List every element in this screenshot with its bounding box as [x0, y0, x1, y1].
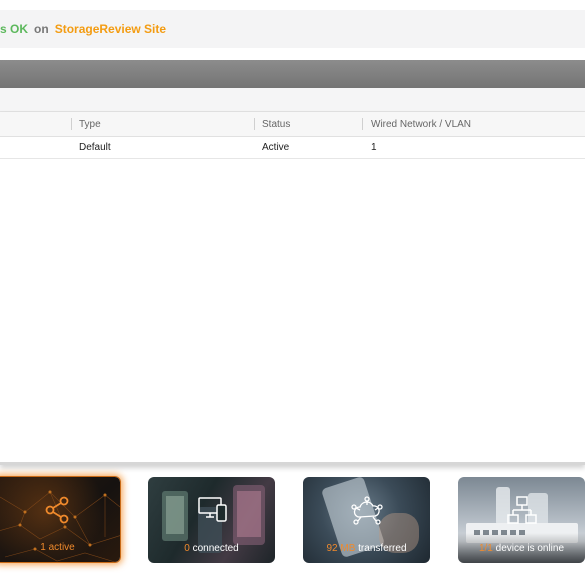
column-header-type[interactable]: Type [79, 112, 101, 136]
site-name-link[interactable]: StorageReview Site [55, 22, 166, 36]
clients-count: 0 [184, 543, 190, 554]
traffic-amount: 92 MB [326, 543, 356, 554]
toolbar-band [0, 88, 585, 112]
cloud-traffic-icon [350, 495, 384, 532]
network-share-icon [43, 495, 73, 530]
row-type: Default [79, 142, 111, 153]
networks-table: Type Status Wired Network / VLAN Default… [0, 112, 585, 465]
column-separator [71, 118, 72, 130]
traffic-card[interactable]: 92 MB transferred [303, 477, 430, 563]
section-header-bar [0, 60, 585, 88]
site-status-bar: s OK on StorageReview Site [0, 10, 585, 48]
column-header-wired-vlan[interactable]: Wired Network / VLAN [371, 112, 471, 136]
status-connector-text: on [34, 22, 49, 36]
column-separator [362, 118, 363, 130]
card-caption: 92 MB transferred [303, 543, 430, 554]
active-count: 1 [40, 542, 46, 553]
network-status-text: s OK [0, 22, 29, 36]
network-topology-icon [506, 495, 538, 530]
card-caption: 1 active [0, 542, 120, 553]
devices-card[interactable]: 1/1 device is online [458, 477, 585, 563]
clients-label: connected [192, 543, 239, 554]
column-header-status[interactable]: Status [262, 112, 290, 136]
table-header: Type Status Wired Network / VLAN [0, 112, 585, 137]
devices-online-count: 1/1 [478, 543, 493, 554]
devices-online-label: device is online [495, 543, 565, 554]
traffic-label: transferred [358, 543, 407, 554]
card-caption: 1/1 device is online [458, 543, 585, 554]
row-vlan: 1 [371, 142, 377, 153]
active-networks-card[interactable]: 1 active [0, 476, 121, 563]
devices-icon [196, 495, 228, 528]
column-separator [254, 118, 255, 130]
clients-card[interactable]: 0 connected [148, 477, 275, 563]
table-row[interactable]: Default Active 1 [0, 137, 585, 159]
row-status: Active [262, 142, 290, 153]
summary-cards: 1 active 0 connected 92 MB transferred 1… [0, 476, 585, 566]
active-label: active [48, 542, 75, 553]
card-caption: 0 connected [148, 543, 275, 554]
